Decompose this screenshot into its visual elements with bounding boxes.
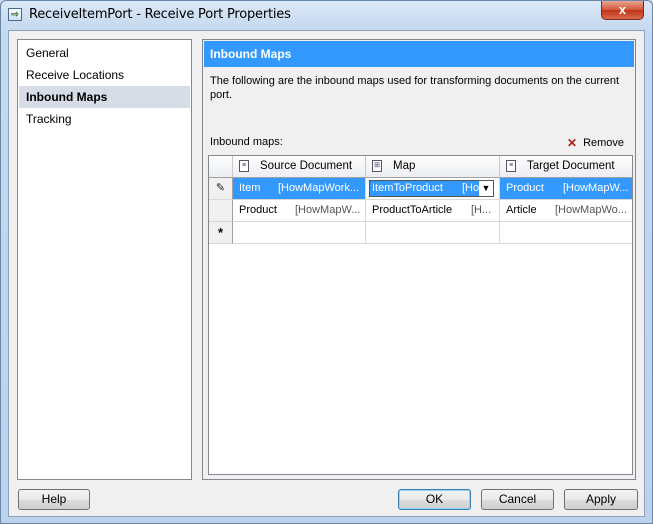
row-marker[interactable]	[209, 200, 233, 222]
dialog-body: General Receive Locations Inbound Maps T…	[8, 30, 645, 517]
column-header-source[interactable]: ≡ Source Document	[233, 156, 366, 178]
map-icon: ⊞	[372, 160, 382, 172]
apply-button[interactable]: Apply	[564, 489, 638, 510]
target-cell[interactable]: Product [HowMapW...	[500, 178, 632, 200]
sidebar-nav: General Receive Locations Inbound Maps T…	[17, 39, 192, 480]
target-cell[interactable]: Article [HowMapWo...	[500, 200, 632, 222]
source-cell[interactable]: Item [HowMapWork...	[233, 178, 366, 200]
sidebar-item-receive-locations[interactable]: Receive Locations	[19, 64, 190, 86]
grid-header: ≡ Source Document ⊞ Map ≡ Target Documen…	[209, 156, 632, 178]
table-row[interactable]: ✎ Item [HowMapWork... ItemToProduct [Ho …	[209, 178, 632, 200]
map-cell[interactable]: ItemToProduct [Ho ▼	[366, 178, 500, 200]
asterisk-icon: *	[217, 225, 224, 240]
inbound-maps-panel: Inbound Maps The following are the inbou…	[202, 39, 636, 480]
map-cell[interactable]: ProductToArticle [H...	[366, 200, 500, 222]
source-cell[interactable]	[233, 222, 366, 244]
remove-button[interactable]: ✕ Remove	[567, 135, 625, 150]
panel-title: Inbound Maps	[204, 41, 634, 67]
panel-description: The following are the inbound maps used …	[210, 75, 620, 101]
title-bar[interactable]: ⇨ ReceiveItemPort - Receive Port Propert…	[1, 1, 652, 29]
new-row-marker[interactable]: *	[209, 222, 233, 244]
window-title: ReceiveItemPort - Receive Port Propertie…	[29, 7, 291, 22]
help-button[interactable]: Help	[18, 489, 90, 510]
source-cell[interactable]: Product [HowMapW...	[233, 200, 366, 222]
map-dropdown[interactable]: ItemToProduct [Ho ▼	[369, 180, 494, 197]
remove-label: Remove	[583, 137, 625, 149]
receive-port-icon: ⇨	[8, 8, 22, 21]
schema-icon: ≡	[506, 160, 516, 172]
inbound-maps-label: Inbound maps:	[210, 136, 283, 148]
row-edit-marker[interactable]: ✎	[209, 178, 233, 200]
map-cell[interactable]	[366, 222, 500, 244]
ok-button[interactable]: OK	[398, 489, 471, 510]
pencil-icon: ✎	[215, 182, 226, 194]
sidebar-item-inbound-maps[interactable]: Inbound Maps	[19, 86, 190, 108]
close-button[interactable]: x	[601, 1, 644, 20]
cancel-button[interactable]: Cancel	[481, 489, 554, 510]
inbound-maps-grid[interactable]: ≡ Source Document ⊞ Map ≡ Target Documen…	[208, 155, 633, 475]
target-cell[interactable]	[500, 222, 632, 244]
grid-corner	[209, 156, 233, 178]
column-header-target[interactable]: ≡ Target Document	[500, 156, 632, 178]
table-row[interactable]: Product [HowMapW... ProductToArticle [H.…	[209, 200, 632, 222]
schema-icon: ≡	[239, 160, 249, 172]
remove-icon: ✕	[567, 135, 578, 150]
chevron-down-icon[interactable]: ▼	[479, 181, 493, 196]
close-icon: x	[618, 2, 627, 17]
properties-dialog: ⇨ ReceiveItemPort - Receive Port Propert…	[0, 0, 653, 524]
sidebar-item-tracking[interactable]: Tracking	[19, 108, 190, 130]
sidebar-item-general[interactable]: General	[19, 42, 190, 64]
column-header-map[interactable]: ⊞ Map	[366, 156, 500, 178]
new-row[interactable]: *	[209, 222, 632, 244]
